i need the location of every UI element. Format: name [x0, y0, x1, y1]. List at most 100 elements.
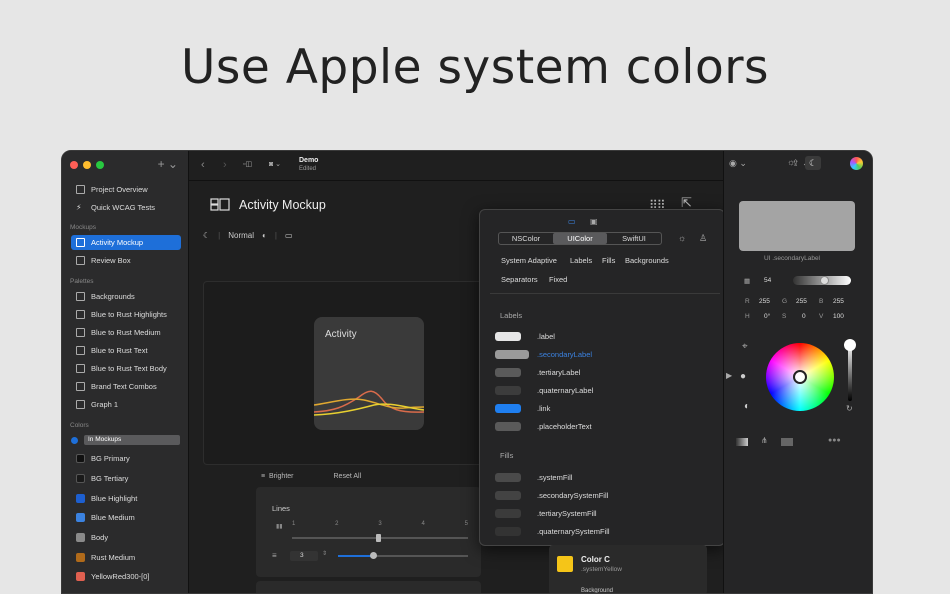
- color-c-subtitle: .systemYellow: [581, 566, 622, 573]
- sun-icon[interactable]: ☼: [678, 233, 686, 243]
- sidebar-item-palette[interactable]: Blue to Rust Text: [71, 343, 181, 358]
- sidebar-item-color[interactable]: Blue Medium: [71, 510, 181, 525]
- brightness-slider[interactable]: [844, 339, 856, 401]
- sidebar-item-color[interactable]: YellowRed300-[0]: [71, 569, 181, 584]
- window-icon[interactable]: ▣: [590, 217, 598, 226]
- apple-icon[interactable]: ●: [740, 371, 746, 382]
- back-icon[interactable]: ‹: [201, 159, 205, 171]
- device-icon[interactable]: ▭: [285, 231, 293, 240]
- color-row[interactable]: .quaternarySystemFill: [495, 527, 610, 536]
- contrast-icon[interactable]: ◐: [262, 231, 267, 240]
- color-pill: [495, 527, 521, 536]
- contrast-icon[interactable]: ◐: [744, 401, 750, 412]
- opacity-value[interactable]: 54: [764, 277, 771, 284]
- forward-icon[interactable]: ›: [223, 159, 227, 171]
- sidebar-item-palette[interactable]: Backgrounds: [71, 289, 181, 304]
- color-wheel-icon[interactable]: [850, 157, 863, 170]
- color-row[interactable]: .secondarySystemFill: [495, 491, 608, 500]
- color-row[interactable]: .label: [495, 332, 555, 341]
- lines-slider[interactable]: [292, 534, 468, 542]
- color-name: .tertiaryLabel: [537, 368, 581, 377]
- color-swatch: [76, 572, 85, 581]
- sidebar-item-palette[interactable]: Blue to Rust Text Body: [71, 361, 181, 376]
- sidebar-item-review-box[interactable]: Review Box: [71, 253, 181, 268]
- activity-card[interactable]: Activity: [314, 317, 424, 430]
- camera-icon[interactable]: ◙ ⌄: [269, 160, 281, 168]
- segment-nscolor[interactable]: NSColor: [499, 233, 553, 244]
- color-row[interactable]: .tertiarySystemFill: [495, 509, 597, 518]
- color-row[interactable]: .placeholderText: [495, 422, 592, 431]
- bars-icon: ▮▮: [276, 524, 283, 530]
- category-fixed[interactable]: Fixed: [549, 275, 567, 284]
- eyedropper-icon[interactable]: ⌖: [742, 341, 748, 352]
- stepper-arrows-icon[interactable]: ⇕: [322, 550, 327, 557]
- gradient-icon[interactable]: [736, 438, 748, 446]
- sidebar-item-label: Blue to Rust Highlights: [91, 310, 167, 319]
- sidebar-item-color[interactable]: Rust Medium: [71, 550, 181, 565]
- h-value[interactable]: 0°: [764, 313, 770, 320]
- moon-icon[interactable]: ☾: [203, 231, 210, 240]
- sidebar-item-project-overview[interactable]: Project Overview: [71, 182, 181, 197]
- s-value[interactable]: 0: [802, 313, 806, 320]
- sidebar-item-quick-wcag[interactable]: ⚡ Quick WCAG Tests: [71, 200, 181, 215]
- sidebar-item-color[interactable]: BG Primary: [71, 451, 181, 466]
- add-icon[interactable]: + ⌄: [158, 157, 178, 171]
- stepper-input[interactable]: 3: [290, 551, 318, 561]
- sidebar-item-activity-mockup[interactable]: Activity Mockup: [71, 235, 181, 250]
- color-row[interactable]: .link: [495, 404, 550, 413]
- slider-thumb[interactable]: [820, 276, 829, 285]
- close-button[interactable]: [70, 161, 78, 169]
- slider-thumb[interactable]: [376, 534, 381, 542]
- b-value[interactable]: 255: [833, 298, 844, 305]
- appearance-mode[interactable]: Normal: [228, 231, 254, 240]
- segment-swiftui[interactable]: SwiftUI: [607, 233, 661, 244]
- color-row[interactable]: .quaternaryLabel: [495, 386, 593, 395]
- category-system-adaptive[interactable]: System Adaptive: [501, 256, 557, 265]
- wheel-handle[interactable]: [793, 370, 807, 384]
- device-icon[interactable]: ▭: [568, 217, 576, 226]
- list-icon: ≡: [272, 551, 277, 560]
- color-wheel[interactable]: [766, 343, 834, 411]
- slider-thumb[interactable]: [844, 339, 856, 351]
- refresh-icon[interactable]: ↻: [846, 404, 853, 413]
- r-value[interactable]: 255: [759, 298, 770, 305]
- color-swatch: [76, 533, 85, 542]
- color-row[interactable]: .tertiaryLabel: [495, 368, 580, 377]
- sidebar-item-palette[interactable]: Blue to Rust Medium: [71, 325, 181, 340]
- minimize-button[interactable]: [83, 161, 91, 169]
- category-fills[interactable]: Fills: [602, 256, 615, 265]
- color-c-card[interactable]: Color C .systemYellow Background: [549, 545, 707, 593]
- moon-icon[interactable]: ☾: [805, 156, 821, 170]
- dots-icon[interactable]: ●●●: [828, 437, 841, 444]
- slider-thumb[interactable]: [370, 552, 377, 559]
- brighter-button[interactable]: ≡ Brighter: [261, 473, 294, 480]
- opacity-slider[interactable]: [793, 276, 851, 285]
- category-backgrounds[interactable]: Backgrounds: [625, 256, 669, 265]
- layout-icon[interactable]: ▫◫: [243, 160, 252, 168]
- value-slider[interactable]: [338, 552, 468, 559]
- color-name: .secondarySystemFill: [537, 491, 609, 500]
- network-icon[interactable]: ⋔: [761, 436, 768, 445]
- color-row-selected[interactable]: .secondaryLabel: [495, 350, 592, 359]
- sidebar-item-palette[interactable]: Blue to Rust Highlights: [71, 307, 181, 322]
- layers-icon[interactable]: [781, 438, 793, 446]
- zoom-button[interactable]: [96, 161, 104, 169]
- sidebar-item-color[interactable]: Blue Highlight: [71, 491, 181, 506]
- color-row[interactable]: .systemFill: [495, 473, 572, 482]
- category-labels[interactable]: Labels: [570, 256, 592, 265]
- v-value[interactable]: 100: [833, 313, 844, 320]
- sidebar-item-color[interactable]: BG Tertiary: [71, 471, 181, 486]
- color-pill: [495, 509, 521, 518]
- category-separators[interactable]: Separators: [501, 275, 538, 284]
- expand-arrow-icon[interactable]: ▶: [726, 371, 732, 380]
- sidebar-item-color[interactable]: Body: [71, 530, 181, 545]
- sidebar-item-palette[interactable]: Graph 1: [71, 397, 181, 412]
- sun-icon[interactable]: ☼: [787, 157, 795, 167]
- colors-filter-select[interactable]: In Mockups: [84, 435, 180, 445]
- g-value[interactable]: 255: [796, 298, 807, 305]
- sidebar-item-palette[interactable]: Brand Text Combos: [71, 379, 181, 394]
- reset-all-button[interactable]: Reset All: [334, 473, 362, 480]
- segment-uicolor[interactable]: UIColor: [553, 233, 607, 244]
- accessibility-icon[interactable]: ♙: [699, 233, 707, 244]
- eye-icon[interactable]: ◉ ⌄: [729, 158, 747, 169]
